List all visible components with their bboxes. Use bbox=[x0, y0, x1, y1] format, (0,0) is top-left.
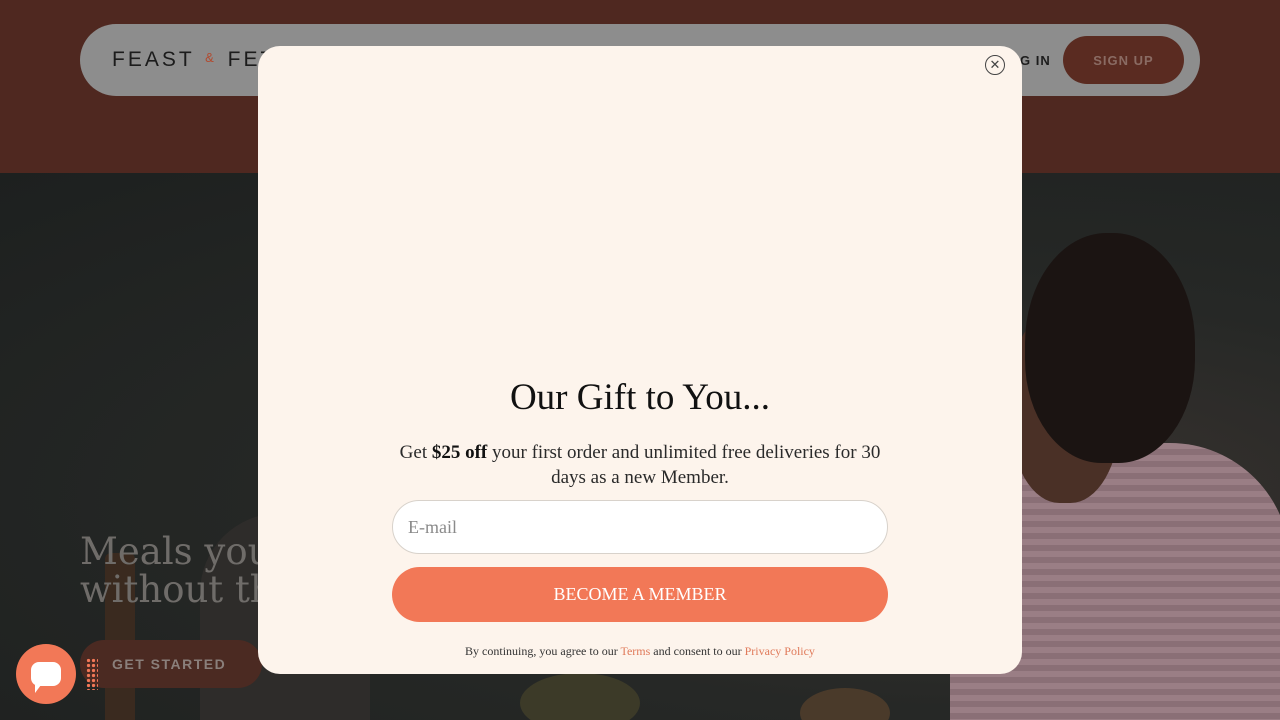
desc-prefix: Get bbox=[399, 442, 432, 463]
legal-text: By continuing, you agree to our Terms an… bbox=[258, 644, 1022, 659]
modal-description: Get $25 off your first order and unlimit… bbox=[390, 440, 890, 490]
legal-middle: and consent to our bbox=[650, 644, 745, 658]
legal-prefix: By continuing, you agree to our bbox=[465, 644, 621, 658]
email-field[interactable] bbox=[392, 500, 888, 554]
signup-modal: ✕ Our Gift to You... Get $25 off your fi… bbox=[258, 46, 1022, 674]
close-button[interactable]: ✕ bbox=[985, 55, 1005, 75]
close-icon: ✕ bbox=[989, 57, 1001, 73]
drag-handle-icon[interactable] bbox=[86, 658, 98, 690]
become-member-button[interactable]: BECOME A MEMBER bbox=[392, 567, 888, 622]
discount-amount: $25 off bbox=[431, 442, 488, 463]
terms-link[interactable]: Terms bbox=[620, 644, 650, 658]
chat-bubble-icon bbox=[31, 662, 61, 693]
modal-title: Our Gift to You... bbox=[509, 377, 771, 418]
chat-button[interactable] bbox=[16, 644, 76, 704]
privacy-policy-link[interactable]: Privacy Policy bbox=[745, 644, 815, 658]
desc-suffix: your first order and unlimited free deli… bbox=[487, 442, 881, 488]
